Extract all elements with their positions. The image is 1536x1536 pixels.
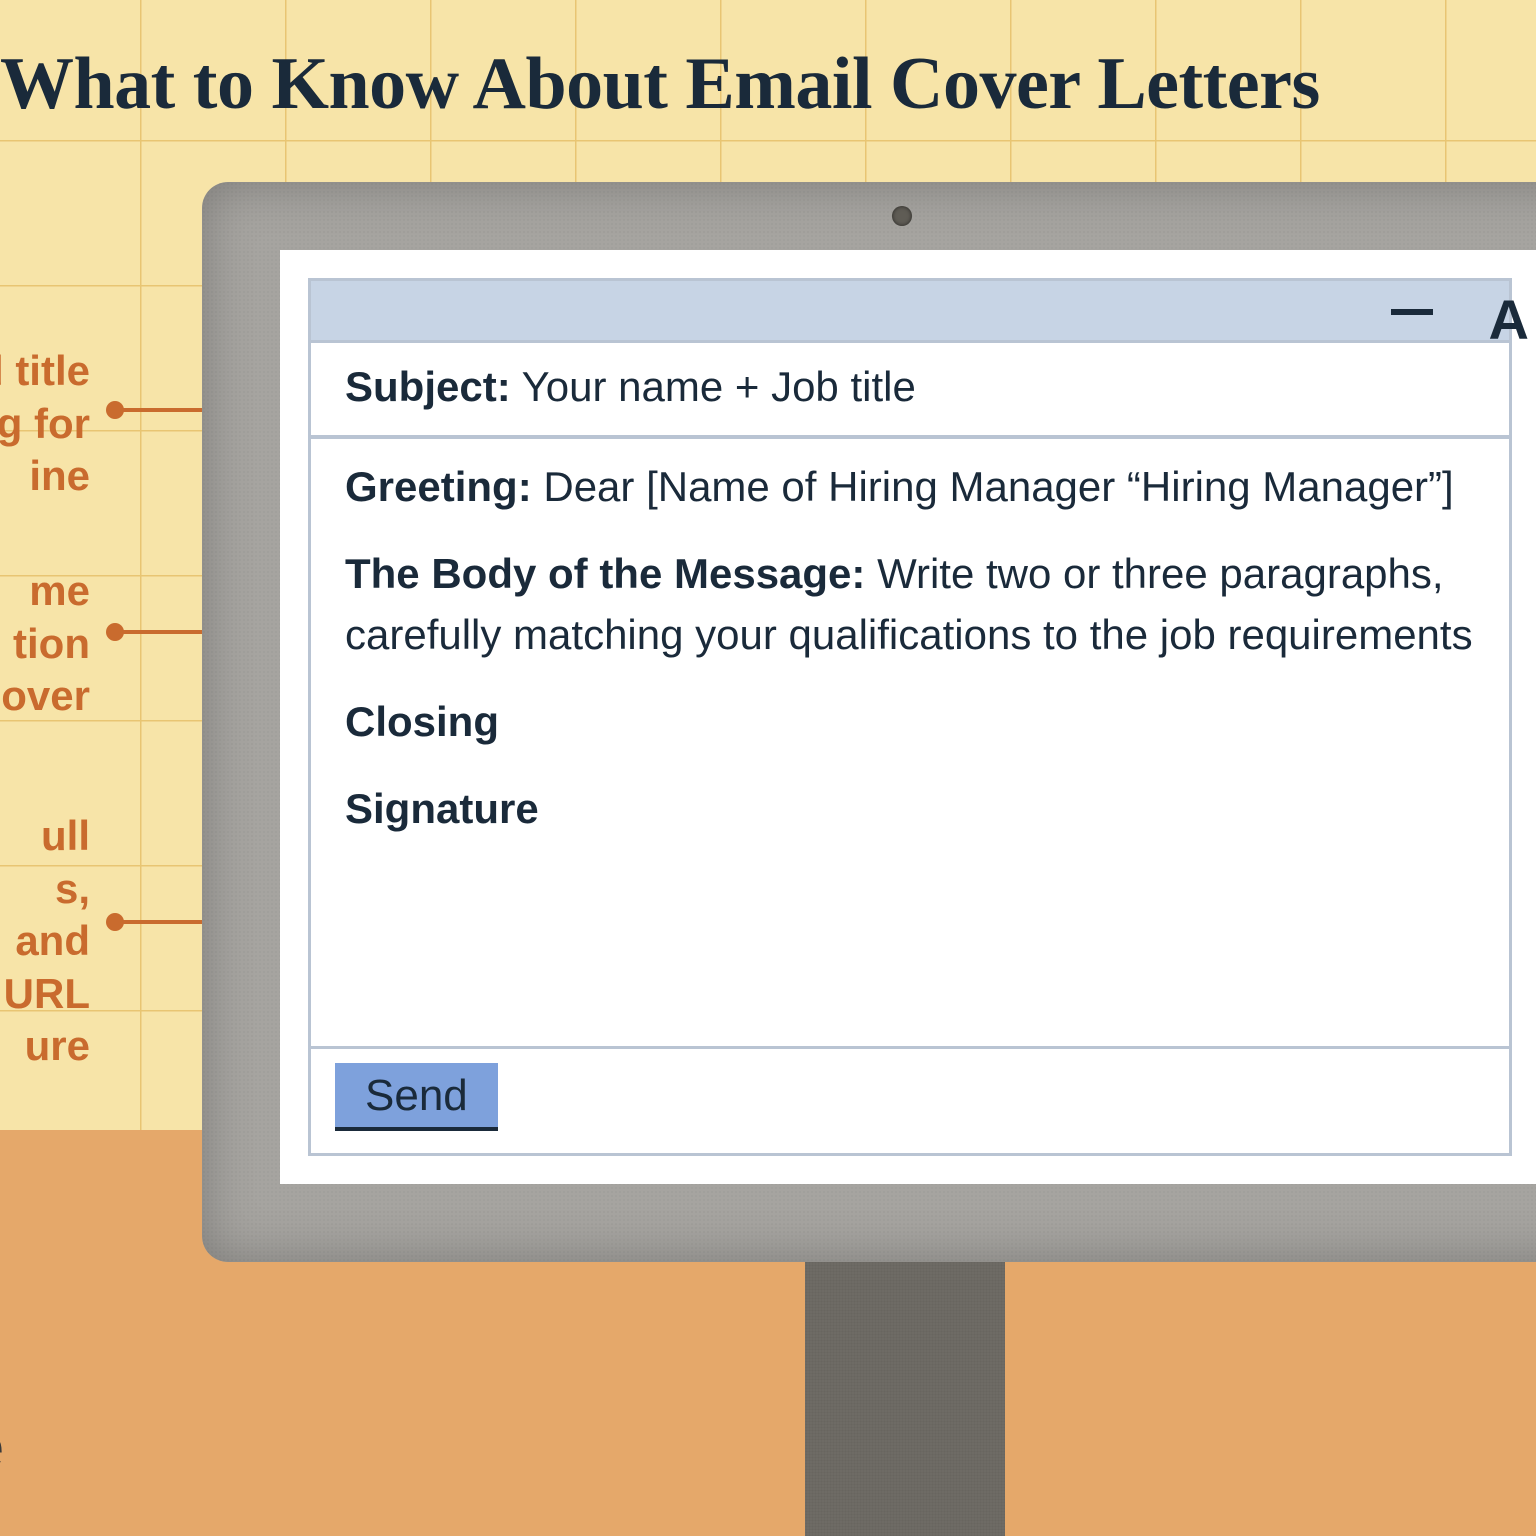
body-value-1: Write two or three paragraphs, — [877, 550, 1444, 597]
greeting-label: Greeting: — [345, 463, 532, 510]
subject-value: Your name + Job title — [522, 363, 916, 410]
brand-watermark: ance — [0, 1408, 5, 1484]
callout-subject-tip: d titleg forine — [0, 345, 90, 503]
monitor-stand — [805, 1258, 1005, 1536]
monitor-screen: A Subject: Your name + Job title Greetin… — [280, 250, 1536, 1184]
email-body-area[interactable]: Greeting: Dear [Name of Hiring Manager “… — [311, 439, 1509, 1049]
window-control-icon[interactable]: A — [1489, 287, 1529, 352]
window-title-bar: A — [311, 281, 1509, 343]
page-title: What to Know About Email Cover Letters — [0, 42, 1536, 127]
signature-label: Signature — [345, 785, 539, 832]
body-value-2: carefully matching your qualifications t… — [345, 611, 1473, 658]
minimize-icon[interactable] — [1391, 309, 1433, 315]
camera-icon — [892, 206, 912, 226]
greeting-value: Dear [Name of Hiring Manager “Hiring Man… — [543, 463, 1453, 510]
callout-body-tip: metioncover — [0, 565, 90, 723]
monitor-frame: A Subject: Your name + Job title Greetin… — [202, 182, 1536, 1262]
email-compose-window: A Subject: Your name + Job title Greetin… — [308, 278, 1512, 1156]
body-label: The Body of the Message: — [345, 550, 865, 597]
subject-field[interactable]: Subject: Your name + Job title — [311, 343, 1509, 439]
send-row: Send — [311, 1049, 1509, 1153]
subject-label: Subject: — [345, 363, 511, 410]
callout-signature-tip: ulls,andURLure — [0, 810, 90, 1073]
send-button[interactable]: Send — [335, 1063, 498, 1131]
closing-label: Closing — [345, 698, 499, 745]
